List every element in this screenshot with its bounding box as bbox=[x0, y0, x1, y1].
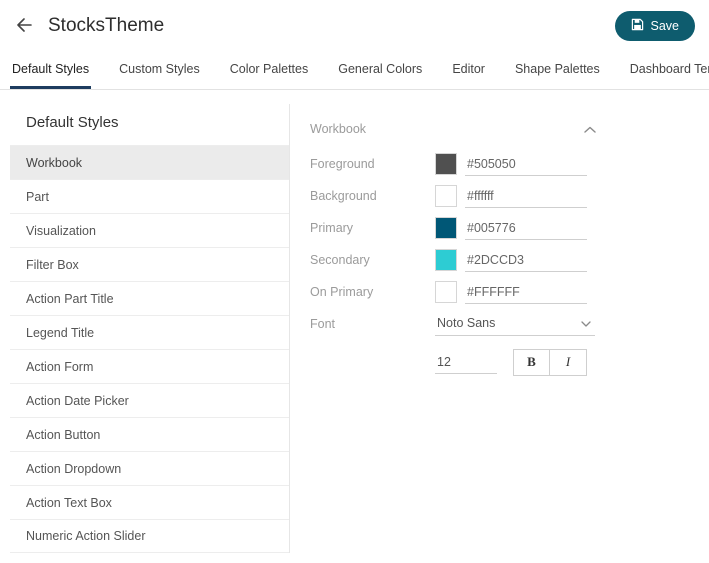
app-header: StocksTheme Save bbox=[0, 0, 709, 46]
list-item-action-dropdown[interactable]: Action Dropdown bbox=[10, 451, 289, 485]
field-row-primary: Primary bbox=[310, 216, 598, 240]
list-item-numeric-action-slider[interactable]: Numeric Action Slider bbox=[10, 519, 289, 553]
list-item-action-button[interactable]: Action Button bbox=[10, 417, 289, 451]
hex-input-secondary[interactable] bbox=[465, 248, 587, 272]
hex-input-primary[interactable] bbox=[465, 216, 587, 240]
tab-editor[interactable]: Editor bbox=[450, 56, 487, 89]
field-label-foreground: Foreground bbox=[310, 157, 375, 171]
field-label-background: Background bbox=[310, 189, 377, 203]
color-swatch-secondary[interactable] bbox=[435, 249, 457, 271]
tab-bar: Default Styles Custom Styles Color Palette… bbox=[0, 46, 709, 90]
chevron-up-icon bbox=[584, 122, 596, 137]
list-item-visualization[interactable]: Visualization bbox=[10, 213, 289, 247]
section-header: Workbook bbox=[310, 118, 598, 140]
field-row-background: Background bbox=[310, 184, 598, 208]
font-size-input[interactable] bbox=[435, 350, 497, 374]
save-button[interactable]: Save bbox=[614, 11, 695, 41]
list-item-action-date-picker[interactable]: Action Date Picker bbox=[10, 383, 289, 417]
list-item-action-form[interactable]: Action Form bbox=[10, 349, 289, 383]
field-row-foreground: Foreground bbox=[310, 152, 598, 176]
font-row: Font Noto Sans bbox=[310, 312, 598, 336]
font-family-value: Noto Sans bbox=[437, 316, 496, 330]
list-item-filter-box[interactable]: Filter Box bbox=[10, 247, 289, 281]
color-swatch-background[interactable] bbox=[435, 185, 457, 207]
style-list-title: Default Styles bbox=[26, 114, 119, 131]
field-row-on-primary: On Primary bbox=[310, 280, 598, 304]
color-fields: Foreground Background Primary Secondary On P… bbox=[310, 152, 687, 304]
main-content: Default Styles Workbook Part Visualization… bbox=[0, 90, 709, 553]
tab-dashboard-templates[interactable]: Dashboard Templates bbox=[628, 56, 709, 89]
list-item-action-part-title[interactable]: Action Part Title bbox=[10, 281, 289, 315]
list-item-workbook[interactable]: Workbook bbox=[10, 145, 289, 179]
tab-general-colors[interactable]: General Colors bbox=[336, 56, 424, 89]
color-swatch-primary[interactable] bbox=[435, 217, 457, 239]
list-item-action-text-box[interactable]: Action Text Box bbox=[10, 485, 289, 519]
italic-button[interactable]: I bbox=[550, 348, 587, 376]
style-list-panel: Default Styles Workbook Part Visualization… bbox=[10, 104, 290, 553]
font-label: Font bbox=[310, 317, 336, 331]
field-row-secondary: Secondary bbox=[310, 248, 598, 272]
font-size-row: B I bbox=[310, 348, 598, 376]
field-label-secondary: Secondary bbox=[310, 253, 370, 267]
save-button-label: Save bbox=[650, 19, 680, 33]
hex-input-on-primary[interactable] bbox=[465, 280, 587, 304]
back-button[interactable] bbox=[12, 14, 36, 39]
bold-button[interactable]: B bbox=[513, 348, 550, 376]
field-label-primary: Primary bbox=[310, 221, 354, 235]
list-item-part[interactable]: Part bbox=[10, 179, 289, 213]
tab-custom-styles[interactable]: Custom Styles bbox=[117, 56, 202, 89]
color-swatch-on-primary[interactable] bbox=[435, 281, 457, 303]
section-title: Workbook bbox=[310, 122, 367, 136]
back-arrow-icon bbox=[16, 17, 32, 35]
font-style-group: B I bbox=[513, 348, 587, 376]
style-list: Workbook Part Visualization Filter Box Actio… bbox=[10, 145, 289, 553]
font-family-dropdown[interactable]: Noto Sans bbox=[435, 312, 595, 336]
tab-default-styles[interactable]: Default Styles bbox=[10, 56, 92, 89]
chevron-down-icon bbox=[581, 316, 591, 330]
field-label-on-primary: On Primary bbox=[310, 285, 374, 299]
hex-input-foreground[interactable] bbox=[465, 152, 587, 176]
style-detail-panel: Workbook Foreground Background Primary Seco… bbox=[290, 104, 709, 553]
save-icon bbox=[631, 18, 644, 34]
hex-input-background[interactable] bbox=[465, 184, 587, 208]
list-item-legend-title[interactable]: Legend Title bbox=[10, 315, 289, 349]
color-swatch-foreground[interactable] bbox=[435, 153, 457, 175]
tab-shape-palettes[interactable]: Shape Palettes bbox=[513, 56, 602, 89]
page-title: StocksTheme bbox=[48, 15, 165, 36]
collapse-section-button[interactable] bbox=[582, 120, 598, 139]
tab-color-palettes[interactable]: Color Palettes bbox=[228, 56, 311, 89]
